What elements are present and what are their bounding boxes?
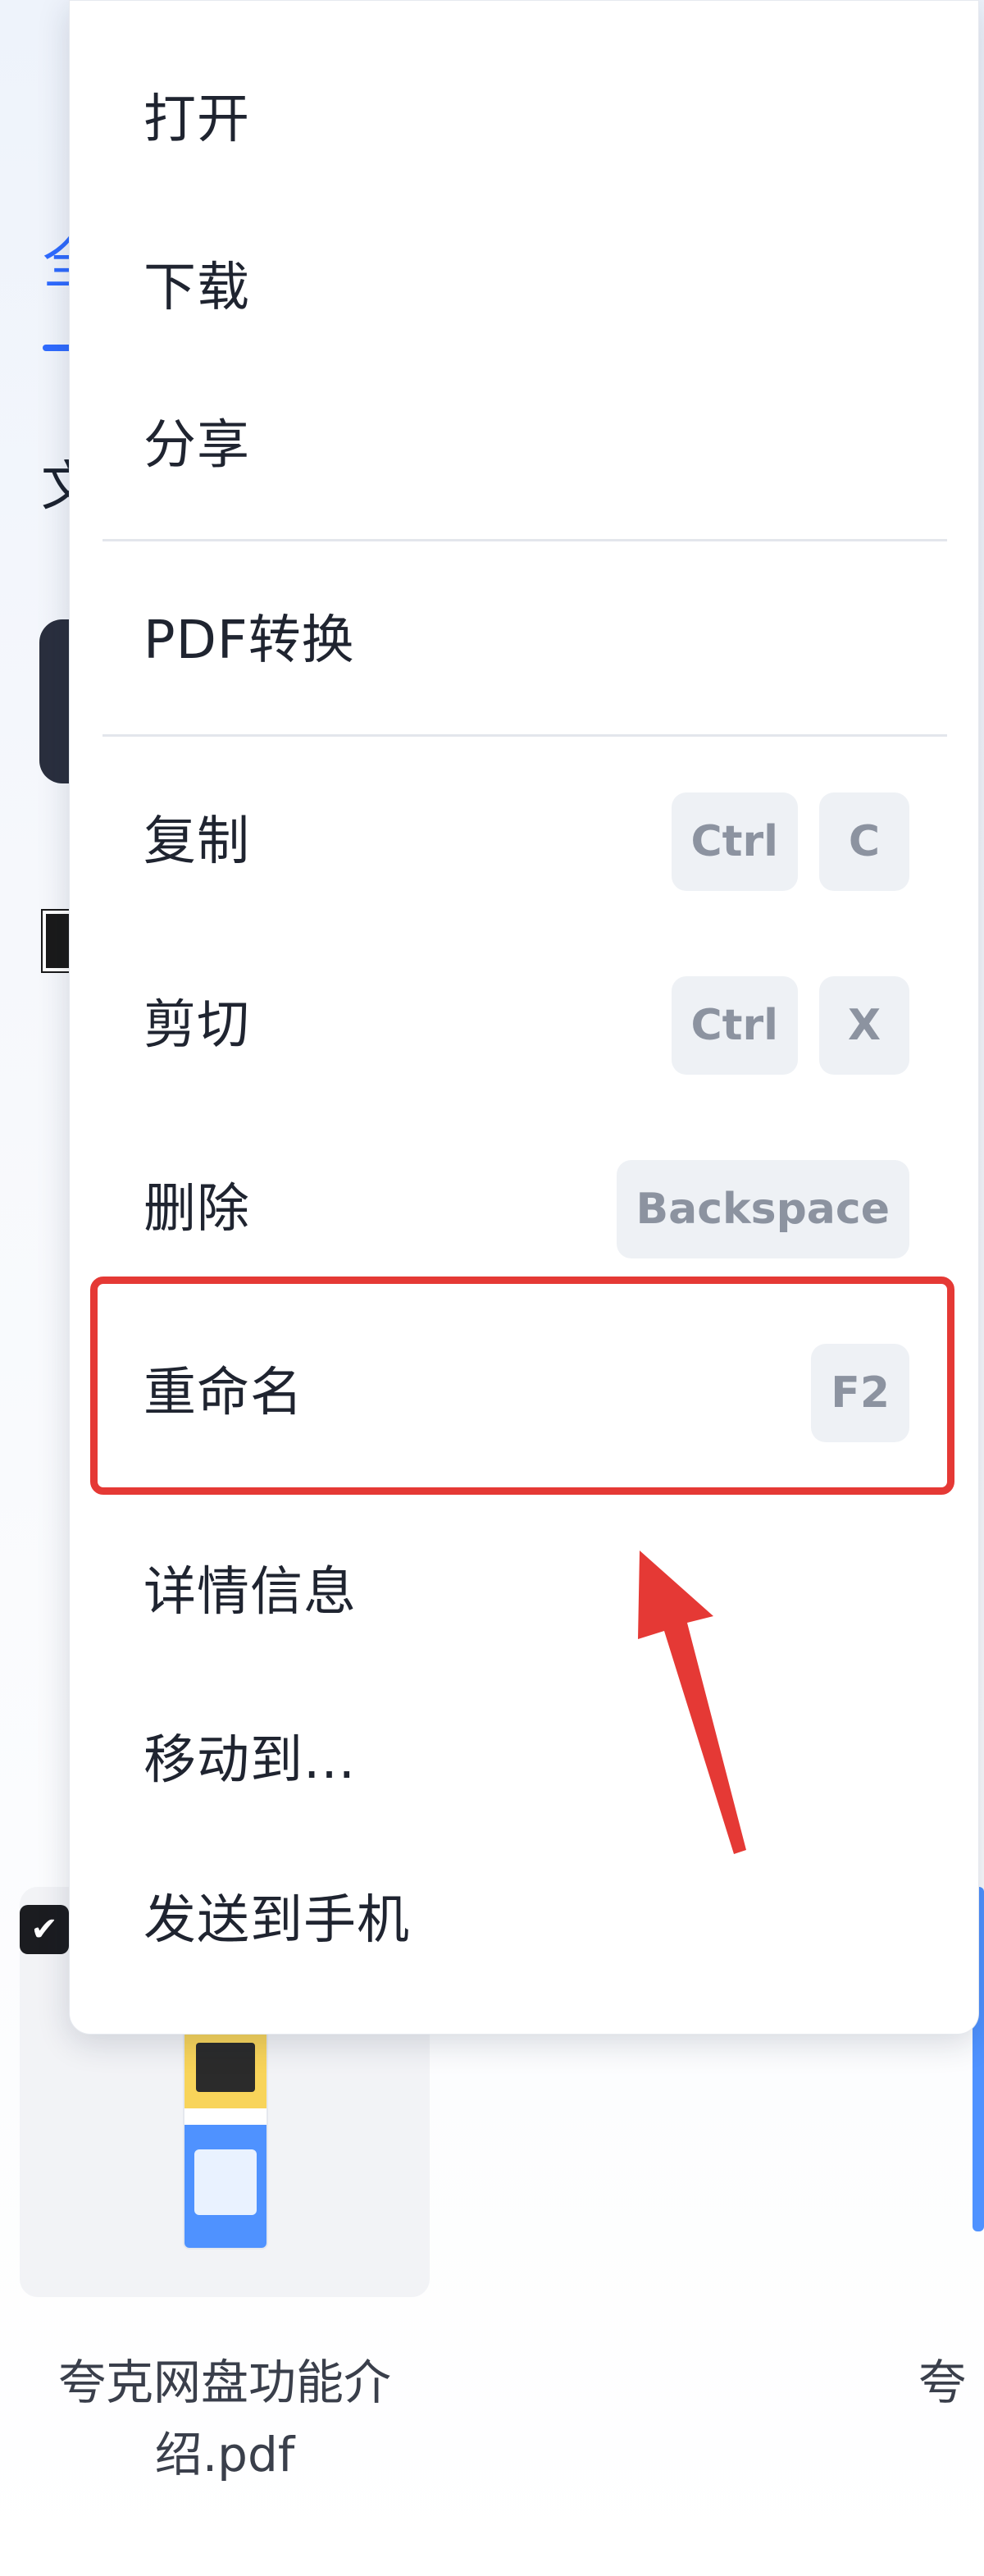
tab-all-fragment[interactable]: 全 [43,234,72,291]
shortcut-key: X [819,976,909,1075]
menu-separator [102,734,947,737]
shortcut-key: Ctrl [671,792,798,891]
menu-item-label: PDF转换 [144,610,355,671]
menu-item-pdf-convert[interactable]: PDF转换 [70,559,978,723]
shortcut-key: F2 [811,1344,909,1442]
section-heading-fragment: 文 [41,459,71,514]
file-name[interactable]: 夸克网盘功能介绍.pdf [20,2346,430,2491]
menu-item-rename[interactable]: 重命名 F2 [70,1311,978,1475]
shortcut-hint: Ctrl X [671,976,909,1075]
menu-item-delete[interactable]: 删除 Backspace [70,1127,978,1291]
menu-item-label: 详情信息 [144,1562,357,1623]
menu-item-label: 发送到手机 [144,1890,410,1951]
shortcut-key: Backspace [616,1160,909,1258]
menu-item-details[interactable]: 详情信息 [70,1510,978,1674]
shortcut-hint: Ctrl C [671,792,909,891]
menu-item-label: 分享 [144,415,250,476]
menu-item-label: 重命名 [144,1363,303,1423]
shortcut-key: C [819,792,909,891]
menu-item-download[interactable]: 下载 [70,206,978,370]
menu-item-label: 剪切 [144,995,250,1056]
shortcut-key: Ctrl [671,976,798,1075]
shortcut-hint: F2 [811,1344,909,1442]
check-icon: ✔ [30,1911,58,1948]
menu-item-open[interactable]: 打开 [70,38,978,202]
menu-item-share[interactable]: 分享 [70,363,978,528]
menu-item-label: 复制 [144,811,250,872]
context-menu: 打开 下载 分享 PDF转换 复制 Ctrl C 剪切 Ctrl X 删除 Ba… [69,0,979,2035]
pdf-thumbnail [184,2010,266,2248]
menu-item-move-to[interactable]: 移动到... [70,1679,978,1843]
file-checkbox[interactable]: ✔ [20,1905,69,1954]
next-file-name-fragment[interactable]: 夸 [918,2346,984,2418]
menu-item-label: 打开 [144,89,250,150]
shortcut-hint: Backspace [616,1160,909,1258]
menu-item-label: 下载 [144,258,250,318]
menu-item-copy[interactable]: 复制 Ctrl C [70,760,978,924]
menu-item-cut[interactable]: 剪切 Ctrl X [70,943,978,1108]
menu-item-label: 移动到... [144,1730,357,1791]
menu-separator [102,539,947,541]
menu-item-label: 删除 [144,1179,250,1240]
menu-item-send-to-phone[interactable]: 发送到手机 [70,1838,978,2003]
background-checkbox[interactable] [41,909,74,973]
